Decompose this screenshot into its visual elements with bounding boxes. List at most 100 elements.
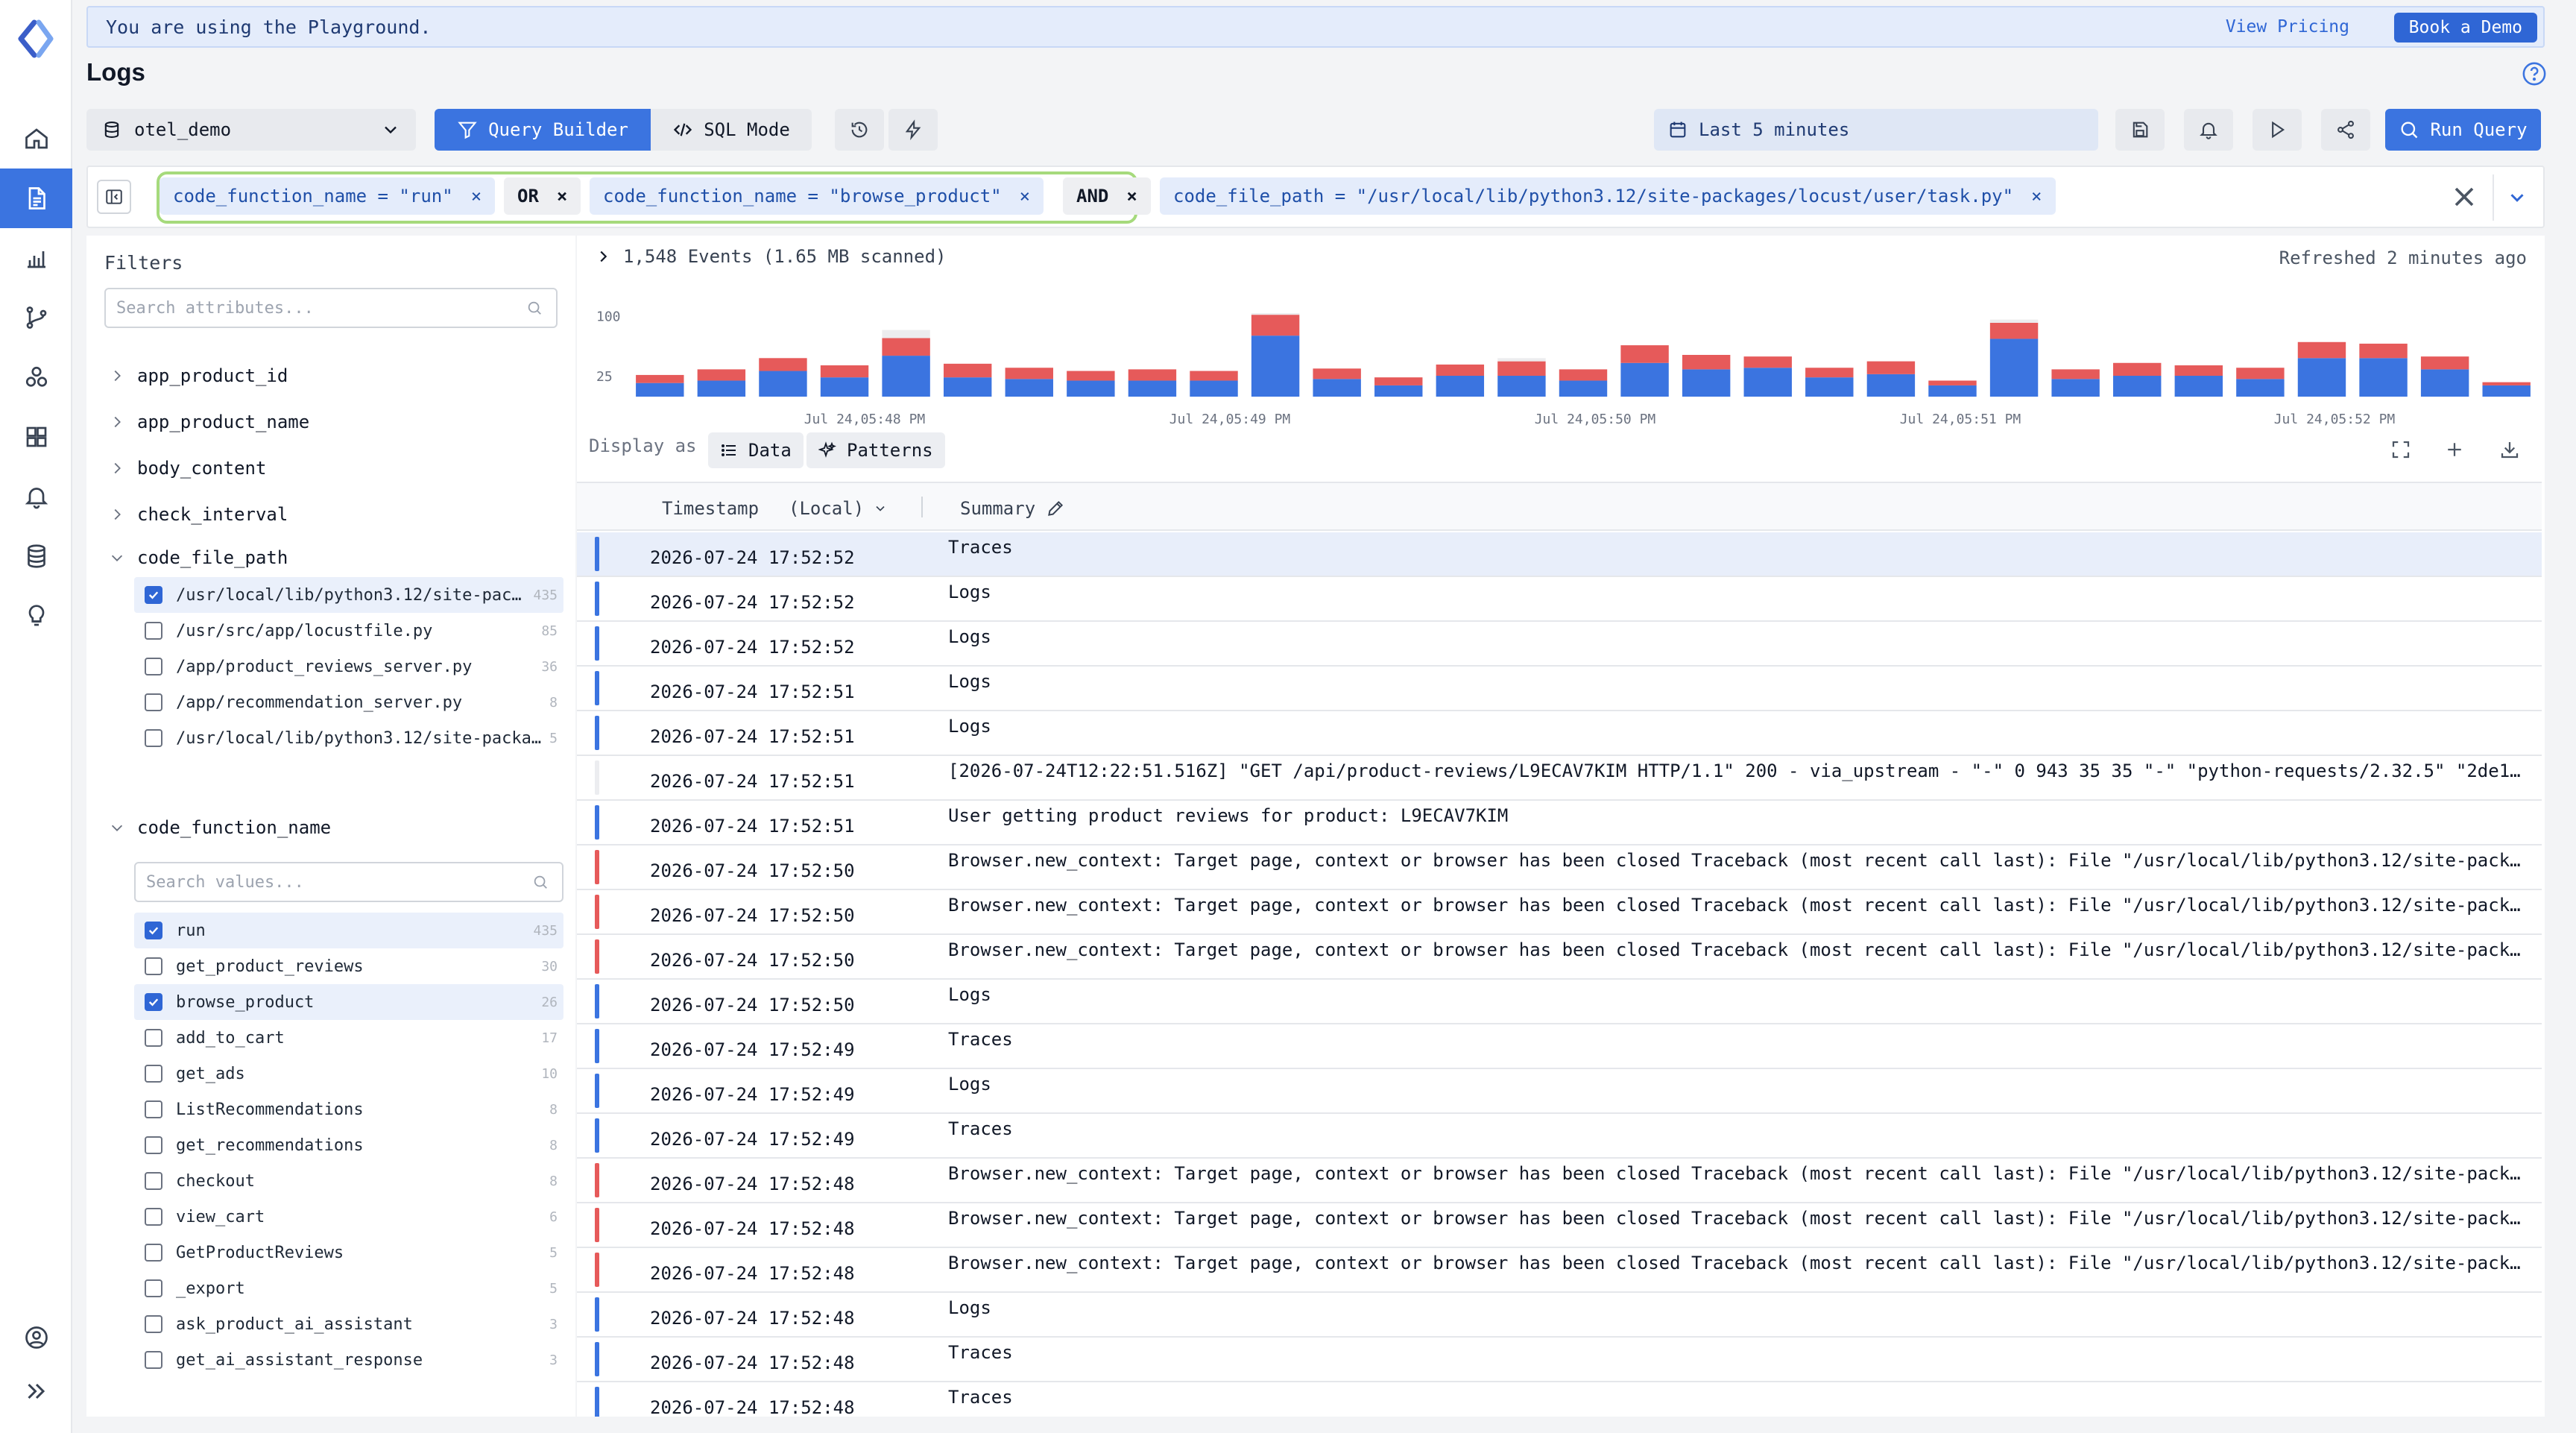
filter-value-item[interactable]: browse_product 26 [134, 984, 564, 1020]
checkbox[interactable] [145, 1172, 162, 1190]
histogram-bar-error[interactable] [2297, 341, 2346, 359]
histogram-bar-info[interactable] [2051, 379, 2100, 397]
histogram-bar-error[interactable] [2359, 343, 2408, 359]
checkbox[interactable] [145, 957, 162, 975]
table-row[interactable]: 2026-07-24 17:52:50 Browser.new_context: … [577, 935, 2542, 980]
book-demo-button[interactable]: Book a Demo [2393, 13, 2537, 42]
nav-charts-icon[interactable] [0, 228, 72, 288]
checkbox[interactable] [145, 622, 162, 640]
remove-chip-icon[interactable]: × [557, 186, 567, 207]
histogram-bar-error[interactable] [2051, 369, 2100, 379]
table-row[interactable]: 2026-07-24 17:52:48 Logs [577, 1293, 2542, 1338]
table-row[interactable]: 2026-07-24 17:52:49 Traces [577, 1114, 2542, 1159]
source-select[interactable]: otel_demo [86, 109, 416, 151]
histogram-bar-info[interactable] [2359, 358, 2408, 397]
filter-value-item[interactable]: /usr/local/lib/python3.12/site-packages/… [134, 720, 564, 756]
table-row[interactable]: 2026-07-24 17:52:50 Logs [577, 980, 2542, 1024]
histogram-bar-error[interactable] [1005, 368, 1053, 379]
histogram-bar-error[interactable] [1743, 356, 1792, 368]
histogram-bar-error[interactable] [1620, 345, 1669, 363]
summary-column-header[interactable]: Summary [960, 498, 1065, 519]
expand-filter-bar-button[interactable] [2493, 174, 2540, 221]
histogram-bar-info[interactable] [943, 377, 992, 397]
time-range-picker[interactable]: Last 5 minutes [1654, 109, 2098, 151]
nav-user-icon[interactable] [0, 1308, 72, 1367]
add-column-icon[interactable] [2443, 438, 2466, 461]
table-row[interactable]: 2026-07-24 17:52:52 Traces [577, 532, 2542, 577]
table-row[interactable]: 2026-07-24 17:52:52 Logs [577, 622, 2542, 667]
histogram-bar-error[interactable] [1928, 380, 1977, 385]
checkbox-checked[interactable] [145, 922, 162, 939]
histogram-bar-info[interactable] [1682, 369, 1731, 397]
fullscreen-icon[interactable] [2390, 438, 2412, 461]
histogram-bar-info[interactable] [1005, 379, 1053, 397]
histogram-bar-info[interactable] [1436, 376, 1485, 397]
download-icon[interactable] [2498, 438, 2521, 461]
table-row[interactable]: 2026-07-24 17:52:48 Browser.new_context: … [577, 1159, 2542, 1203]
histogram-bar-info[interactable] [2420, 369, 2469, 397]
filter-value-item[interactable]: /app/recommendation_server.py 8 [134, 684, 564, 720]
filter-value-item[interactable]: GetProductReviews 5 [134, 1235, 564, 1270]
query-builder-button[interactable]: Query Builder [435, 109, 651, 151]
remove-chip-icon[interactable]: × [1126, 186, 1137, 207]
checkbox[interactable] [145, 658, 162, 675]
attribute-item[interactable]: code_file_path [109, 543, 288, 573]
remove-chip-icon[interactable]: × [471, 186, 482, 207]
table-row[interactable]: 2026-07-24 17:52:49 Traces [577, 1024, 2542, 1069]
filter-value-item[interactable]: run 435 [134, 913, 564, 948]
checkbox[interactable] [145, 1244, 162, 1262]
histogram-bar-info[interactable] [2297, 358, 2346, 397]
attribute-item[interactable]: app_product_name [109, 407, 309, 437]
histogram-bar-info[interactable] [2174, 376, 2223, 397]
nav-logs-icon[interactable] [0, 169, 72, 228]
checkbox[interactable] [145, 1100, 162, 1118]
run-query-button[interactable]: Run Query [2385, 109, 2541, 151]
filter-value-item[interactable]: /usr/local/lib/python3.12/site-packages/… [134, 577, 564, 613]
histogram-bar-error[interactable] [1251, 315, 1300, 336]
histogram-bar-error[interactable] [1682, 355, 1731, 370]
remove-chip-icon[interactable]: × [1020, 186, 1030, 207]
nav-traces-icon[interactable] [0, 288, 72, 347]
table-row[interactable]: 2026-07-24 17:52:51 Logs [577, 711, 2542, 756]
histogram-bar-info[interactable] [1497, 376, 1546, 397]
histogram-bar-info[interactable] [1866, 374, 1916, 397]
table-row[interactable]: 2026-07-24 17:52:48 Browser.new_context: … [577, 1248, 2542, 1293]
table-row[interactable]: 2026-07-24 17:52:50 Browser.new_context: … [577, 890, 2542, 935]
filter-value-item[interactable]: ListRecommendations 8 [134, 1092, 564, 1127]
histogram-bar-error[interactable] [882, 338, 930, 356]
filter-value-item[interactable]: checkout 8 [134, 1163, 564, 1199]
help-icon[interactable] [2522, 61, 2547, 86]
histogram-bar-other[interactable] [1497, 358, 1546, 362]
display-data-tab[interactable]: Data [708, 432, 804, 468]
histogram-bar-info[interactable] [882, 356, 930, 397]
toggle-filters-panel-button[interactable] [97, 180, 131, 214]
timestamp-column-header[interactable]: Timestamp [662, 498, 759, 519]
share-button[interactable] [2321, 109, 2370, 151]
filter-value-item[interactable]: get_recommendations 8 [134, 1127, 564, 1163]
history-button[interactable] [835, 109, 884, 151]
checkbox[interactable] [145, 729, 162, 747]
remove-chip-icon[interactable]: × [2031, 186, 2042, 207]
table-row[interactable]: 2026-07-24 17:52:48 Browser.new_context: … [577, 1203, 2542, 1248]
attribute-item[interactable]: app_product_id [109, 361, 288, 391]
display-patterns-tab[interactable]: Patterns [806, 432, 945, 468]
filter-chip[interactable]: code_file_path = "/usr/local/lib/python3… [1160, 177, 2056, 215]
histogram-bar-info[interactable] [759, 371, 807, 397]
histogram-bar-info[interactable] [1067, 380, 1115, 397]
filter-value-item[interactable]: /app/product_reviews_server.py 36 [134, 649, 564, 684]
table-row[interactable]: 2026-07-24 17:52:50 Browser.new_context: … [577, 845, 2542, 890]
nav-lightbulb-icon[interactable] [0, 586, 72, 646]
histogram-bar-error[interactable] [1989, 322, 2039, 339]
table-row[interactable]: 2026-07-24 17:52:51 User getting product … [577, 801, 2542, 845]
nav-dashboards-icon[interactable] [0, 407, 72, 467]
search-attributes-input[interactable] [104, 288, 558, 328]
filter-value-item[interactable]: add_to_cart 17 [134, 1020, 564, 1056]
filter-value-item[interactable]: ask_product_ai_assistant 3 [134, 1306, 564, 1342]
histogram-bar-error[interactable] [1067, 371, 1115, 381]
filter-value-item[interactable]: get_product_reviews 30 [134, 948, 564, 984]
histogram-bar-info[interactable] [1928, 385, 1977, 397]
histogram-bar-error[interactable] [636, 374, 684, 383]
checkbox-checked[interactable] [145, 993, 162, 1011]
histogram-bar-info[interactable] [2236, 379, 2285, 397]
histogram-bar-error[interactable] [2174, 365, 2223, 376]
